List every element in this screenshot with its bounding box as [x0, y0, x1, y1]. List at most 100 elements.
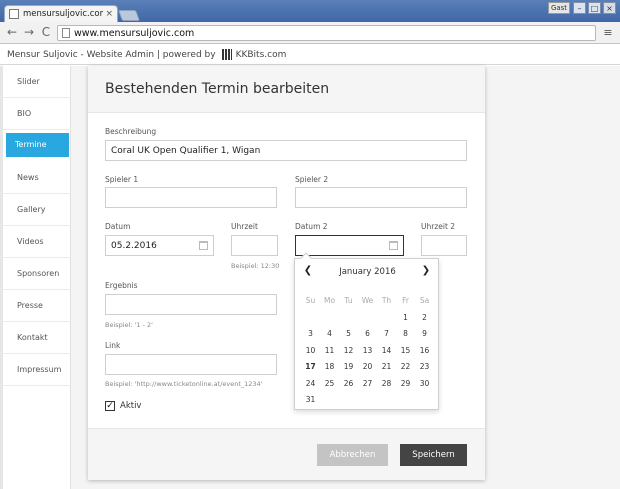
calendar-empty-cell [339, 392, 358, 409]
weekday-label: Mo [323, 296, 336, 305]
sidebar-item-bio[interactable]: BIO [3, 98, 71, 130]
sidebar-item-sponsoren[interactable]: Sponsoren [3, 258, 71, 290]
calendar-day[interactable]: 27 [358, 376, 377, 393]
calendar-day[interactable]: 3 [301, 326, 320, 343]
calendar-empty-cell [339, 310, 358, 327]
calendar-day[interactable]: 14 [377, 343, 396, 360]
calendar-day[interactable]: 31 [301, 392, 320, 409]
calendar-day[interactable]: 20 [358, 359, 377, 376]
calendar-day[interactable]: 7 [377, 326, 396, 343]
calendar-day[interactable]: 8 [396, 326, 415, 343]
beschreibung-input[interactable] [105, 140, 467, 161]
tab-close-icon[interactable]: × [105, 9, 113, 19]
back-arrow-icon[interactable]: ← [5, 26, 19, 40]
site-header: Mensur Suljovic - Website Admin | powere… [0, 45, 620, 65]
calendar-day[interactable]: 2 [415, 310, 434, 327]
maximize-icon[interactable]: □ [588, 2, 601, 14]
calendar-empty-cell [358, 392, 377, 409]
page-favicon-icon [9, 9, 19, 19]
calendar-day[interactable]: 23 [415, 359, 434, 376]
browser-titlebar: mensursuljovic.com × Gast – □ × [0, 0, 620, 22]
site-title: Mensur Suljovic - Website Admin | powere… [7, 49, 216, 60]
sidebar-item-termine[interactable]: Termine [6, 133, 69, 157]
uhrzeit-label: Uhrzeit [231, 222, 258, 231]
uhrzeit2-label: Uhrzeit 2 [421, 222, 456, 231]
sidebar-item-slider[interactable]: Slider [3, 66, 71, 98]
sidebar-item-impressum[interactable]: Impressum [3, 354, 71, 386]
calendar-day[interactable]: 28 [377, 376, 396, 393]
calendar-day[interactable]: 11 [320, 343, 339, 360]
ergebnis-label: Ergebnis [105, 281, 138, 290]
kkbits-logo-icon [221, 49, 232, 60]
calendar-day[interactable]: 12 [339, 343, 358, 360]
ergebnis-hint: Beispiel: '1 - 2' [105, 321, 153, 329]
calendar-day[interactable]: 6 [358, 326, 377, 343]
weekday-label: Fr [402, 296, 409, 305]
calendar-day[interactable]: 29 [396, 376, 415, 393]
calendar-day[interactable]: 22 [396, 359, 415, 376]
datepicker-month[interactable]: January 2016 [295, 267, 440, 277]
calendar-empty-cell [320, 392, 339, 409]
browser-user-badge[interactable]: Gast [548, 2, 570, 14]
sidebar-item-kontakt[interactable]: Kontakt [3, 322, 71, 354]
calendar-day[interactable]: 1 [396, 310, 415, 327]
calendar-day[interactable]: 4 [320, 326, 339, 343]
brand-name[interactable]: KKBits.com [236, 50, 287, 60]
forward-arrow-icon[interactable]: → [22, 26, 36, 40]
calendar-week-row: 3456789 [301, 326, 434, 343]
minimize-icon[interactable]: – [573, 2, 586, 14]
sidebar-item-presse[interactable]: Presse [3, 290, 71, 322]
weekday-label: Sa [419, 296, 430, 305]
sidebar: Slider BIO Termine News Gallery Videos S… [0, 66, 71, 489]
calendar-day[interactable]: 5 [339, 326, 358, 343]
browser-menu-icon[interactable]: ≡ [602, 27, 614, 38]
address-bar[interactable]: www.mensursuljovic.com [57, 25, 596, 41]
new-tab-button[interactable] [117, 10, 141, 21]
calendar-empty-cell [377, 310, 396, 327]
sidebar-item-videos[interactable]: Videos [3, 226, 71, 258]
spieler2-input[interactable] [295, 187, 467, 208]
calendar-day[interactable]: 19 [339, 359, 358, 376]
weekday-label: We [361, 296, 374, 305]
calendar-day[interactable]: 25 [320, 376, 339, 393]
calendar-day[interactable]: 18 [320, 359, 339, 376]
calendar-icon[interactable] [199, 241, 208, 250]
calendar-day[interactable]: 26 [339, 376, 358, 393]
save-button[interactable]: Speichern [400, 444, 467, 466]
address-url: www.mensursuljovic.com [74, 27, 195, 39]
calendar-empty-cell [301, 310, 320, 327]
calendar-day[interactable]: 30 [415, 376, 434, 393]
ergebnis-input[interactable] [105, 294, 277, 315]
uhrzeit-input[interactable] [231, 235, 278, 256]
calendar-day[interactable]: 10 [301, 343, 320, 360]
reload-icon[interactable]: C [39, 26, 53, 40]
calendar-day[interactable]: 21 [377, 359, 396, 376]
sidebar-item-news[interactable]: News [3, 162, 71, 194]
datum-label: Datum [105, 222, 131, 231]
aktiv-checkbox[interactable]: ✓ [105, 401, 115, 411]
calendar-day[interactable]: 15 [396, 343, 415, 360]
page-icon [62, 28, 70, 38]
weekday-label: Th [381, 296, 392, 305]
calendar-empty-cell [320, 310, 339, 327]
spieler1-input[interactable] [105, 187, 277, 208]
browser-tab[interactable]: mensursuljovic.com × [4, 5, 118, 22]
beschreibung-label: Beschreibung [105, 127, 157, 136]
datum-input[interactable] [105, 235, 214, 256]
calendar-week-row: 12 [301, 310, 434, 327]
calendar-week-row: 17 18 19 20 21 22 23 [301, 359, 434, 376]
browser-toolbar: ← → C www.mensursuljovic.com ≡ [0, 22, 620, 44]
next-month-icon[interactable]: ❯ [420, 265, 432, 276]
calendar-day[interactable]: 9 [415, 326, 434, 343]
calendar-day[interactable]: 17 [301, 359, 320, 376]
cancel-button[interactable]: Abbrechen [317, 444, 388, 466]
sidebar-item-gallery[interactable]: Gallery [3, 194, 71, 226]
calendar-day[interactable]: 24 [301, 376, 320, 393]
calendar-day[interactable]: 13 [358, 343, 377, 360]
calendar-day[interactable]: 16 [415, 343, 434, 360]
datum2-input[interactable] [295, 235, 404, 256]
link-input[interactable] [105, 354, 277, 375]
window-close-icon[interactable]: × [603, 2, 616, 14]
uhrzeit2-input[interactable] [421, 235, 467, 256]
calendar-icon-2[interactable] [389, 241, 398, 250]
